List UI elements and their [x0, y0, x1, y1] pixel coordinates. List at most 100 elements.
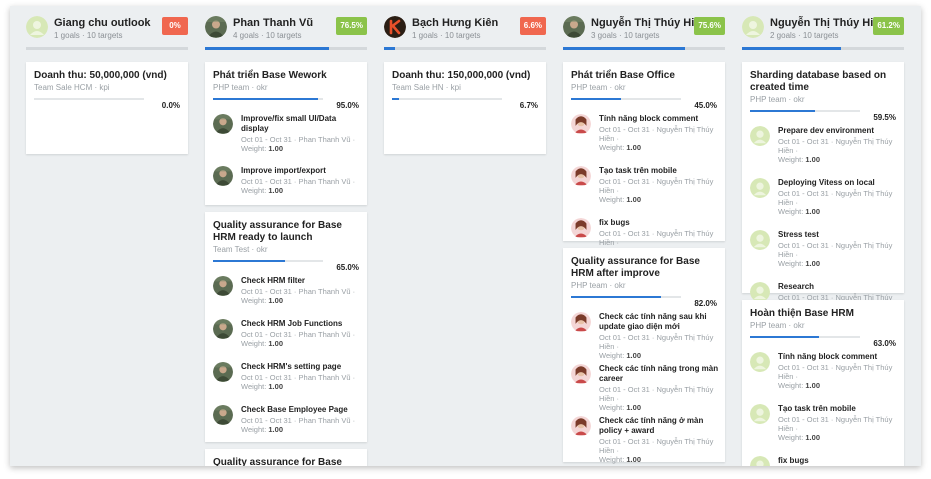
avatar-placeholder-icon — [26, 16, 48, 38]
goal-title[interactable]: Phát triển Base Wework — [213, 70, 361, 82]
owner-name[interactable]: Giang chu outlook — [54, 17, 151, 29]
goal-title[interactable]: Doanh thu: 150,000,000 (vnd) — [392, 70, 540, 82]
column-header[interactable]: Phan Thanh Vũ 4 goals · 10 targets 76.5% — [205, 6, 367, 58]
key-result-weight: Weight: 1.00 — [778, 433, 820, 442]
board-column: Giang chu outlook 1 goals · 10 targets 0… — [26, 6, 188, 466]
key-result-dates: Oct 01 - Oct 31 · Phan Thanh Vũ · — [241, 330, 356, 339]
goal-team: PHP team · okr — [571, 83, 626, 92]
column-header[interactable]: Giang chu outlook 1 goals · 10 targets 0… — [26, 6, 188, 58]
goal-card[interactable]: Doanh thu: 50,000,000 (vnd) Team Sale HCM… — [26, 62, 188, 154]
goal-title[interactable]: Hoàn thiện Base HRM — [750, 308, 898, 320]
goal-card[interactable]: Phát triển Base Wework PHP team · okr 95.0… — [205, 62, 367, 205]
owner-name[interactable]: Nguyễn Thị Thúy Hiền — [591, 17, 707, 29]
key-result-item[interactable]: Improve import/export Oct 01 - Oct 31 · … — [213, 166, 361, 206]
column-header[interactable]: Nguyễn Thị Thúy Hiền 2 goals · 10 target… — [742, 6, 904, 58]
goal-card[interactable]: Quality assurance for Base — [205, 449, 367, 466]
key-result-weight: Weight: 1.00 — [599, 455, 641, 464]
key-result-item[interactable]: Check HRM Job Functions Oct 01 - Oct 31 … — [213, 319, 361, 359]
goal-progress-value: 45.0% — [694, 101, 717, 110]
key-result-title[interactable]: Check HRM filter — [241, 276, 361, 286]
assignee-avatar — [750, 456, 770, 466]
owner-name[interactable]: Phan Thanh Vũ — [233, 17, 313, 29]
key-result-weight: Weight: 1.00 — [599, 351, 641, 360]
key-result-title[interactable]: Tính năng block comment — [599, 114, 719, 124]
progress-badge: 76.5% — [336, 17, 367, 35]
key-result-item[interactable]: Check HRM's setting page Oct 01 - Oct 31… — [213, 362, 361, 402]
key-result-weight: Weight: 1.00 — [778, 207, 820, 216]
goal-team: Team Sale HCM · kpi — [34, 83, 110, 92]
key-result-title[interactable]: Check các tính năng ở màn policy + award — [599, 416, 719, 436]
goal-title[interactable]: Doanh thu: 50,000,000 (vnd) — [34, 70, 182, 82]
goal-card[interactable]: Quality assurance for Base HRM ready to … — [205, 212, 367, 442]
assignee-avatar — [213, 166, 233, 186]
goal-title[interactable]: Phát triển Base Office — [571, 70, 719, 82]
goals-summary: 1 goals · 10 targets — [412, 31, 481, 40]
key-result-title[interactable]: Check HRM Job Functions — [241, 319, 361, 329]
progress-badge: 0% — [162, 17, 188, 35]
key-result-item[interactable]: Prepare dev environment Oct 01 - Oct 31 … — [750, 126, 898, 166]
key-result-item[interactable]: Tính năng block comment Oct 01 - Oct 31 … — [750, 352, 898, 392]
key-result-item[interactable]: Check HRM filter Oct 01 - Oct 31 · Phan … — [213, 276, 361, 316]
goal-title[interactable]: Quality assurance for Base HRM after imp… — [571, 256, 719, 280]
key-result-item[interactable]: Check các tính năng sau khi update giao … — [571, 312, 719, 360]
column-header[interactable]: Bạch Hưng Kiên 1 goals · 10 targets 6.6% — [384, 6, 546, 58]
key-result-title[interactable]: Deploying Vitess on local — [778, 178, 898, 188]
key-result-title[interactable]: fix bugs — [778, 456, 898, 466]
overall-progress-bar — [563, 47, 725, 50]
goal-card[interactable]: Quality assurance for Base HRM after imp… — [563, 248, 725, 464]
key-result-item[interactable]: Check các tính năng ở màn policy + award… — [571, 416, 719, 464]
key-result-weight: Weight: 1.00 — [778, 381, 820, 390]
key-result-title[interactable]: Prepare dev environment — [778, 126, 898, 136]
key-result-title[interactable]: Check HRM's setting page — [241, 362, 361, 372]
goal-progress-bar — [750, 336, 860, 338]
key-result-title[interactable]: Tạo task trên mobile — [599, 166, 719, 176]
owner-name[interactable]: Bạch Hưng Kiên — [412, 17, 498, 29]
goal-card[interactable]: Hoàn thiện Base HRM PHP team · okr 63.0% T… — [742, 300, 904, 466]
key-result-item[interactable]: Stress test Oct 01 - Oct 31 · Nguyễn Thị… — [750, 230, 898, 270]
progress-badge: 6.6% — [519, 17, 546, 35]
key-result-item[interactable]: Check Base Employee Page Oct 01 - Oct 31… — [213, 405, 361, 445]
key-result-title[interactable]: Check các tính năng sau khi update giao … — [599, 312, 719, 332]
goal-team: PHP team · okr — [750, 95, 805, 104]
key-result-item[interactable]: Improve/fix small UI/Data display Oct 01… — [213, 114, 361, 154]
key-result-item[interactable]: Deploying Vitess on local Oct 01 - Oct 3… — [750, 178, 898, 218]
goal-team: PHP team · okr — [750, 321, 805, 330]
column-header[interactable]: Nguyễn Thị Thúy Hiền 3 goals · 10 target… — [563, 6, 725, 58]
progress-badge: 75.6% — [694, 17, 725, 35]
goal-team: Team Sale HN · kpi — [392, 83, 461, 92]
assignee-avatar — [213, 276, 233, 296]
key-result-dates: Oct 01 - Oct 31 · Nguyễn Thị Thúy Hiền · — [778, 415, 893, 433]
key-result-dates: Oct 01 - Oct 31 · Nguyễn Thị Thúy Hiền · — [778, 363, 893, 381]
goal-title[interactable]: Quality assurance for Base — [213, 457, 361, 466]
goals-summary: 3 goals · 10 targets — [591, 31, 660, 40]
key-result-title[interactable]: Improve/fix small UI/Data display — [241, 114, 361, 134]
key-result-title[interactable]: Tính năng block comment — [778, 352, 898, 362]
key-result-title[interactable]: Research — [778, 282, 898, 292]
key-result-title[interactable]: fix bugs — [599, 218, 719, 228]
goal-title[interactable]: Quality assurance for Base HRM ready to … — [213, 220, 361, 244]
goal-card[interactable]: Phát triển Base Office PHP team · okr 45.0… — [563, 62, 725, 256]
key-result-title[interactable]: Check các tính năng trong màn career — [599, 364, 719, 384]
avatar-photo — [563, 16, 585, 38]
key-result-title[interactable]: Tạo task trên mobile — [778, 404, 898, 414]
goal-team: PHP team · okr — [571, 281, 626, 290]
goal-progress-bar — [571, 296, 681, 298]
key-result-title[interactable]: Check Base Employee Page — [241, 405, 361, 415]
key-result-title[interactable]: Stress test — [778, 230, 898, 240]
assignee-avatar — [571, 364, 591, 384]
goal-progress-bar — [571, 98, 681, 100]
owner-name[interactable]: Nguyễn Thị Thúy Hiền — [770, 17, 886, 29]
goal-progress-value: 63.0% — [873, 339, 896, 348]
key-result-item[interactable]: Tạo task trên mobile Oct 01 - Oct 31 · N… — [750, 404, 898, 444]
assignee-avatar — [750, 352, 770, 372]
key-result-item[interactable]: Tạo task trên mobile Oct 01 - Oct 31 · N… — [571, 166, 719, 206]
goal-card[interactable]: Doanh thu: 150,000,000 (vnd) Team Sale HN… — [384, 62, 546, 154]
key-result-item[interactable]: Tính năng block comment Oct 01 - Oct 31 … — [571, 114, 719, 154]
key-result-dates: Oct 01 - Oct 31 · Phan Thanh Vũ · — [241, 287, 356, 296]
key-result-item[interactable]: fix bugs Oct 01 - Oct 31 · Nguyễn Thị Th… — [750, 456, 898, 466]
key-result-dates: Oct 01 - Oct 31 · Nguyễn Thị Thúy Hiền · — [599, 437, 714, 455]
goal-card[interactable]: Sharding database based on created time P… — [742, 62, 904, 320]
key-result-item[interactable]: Check các tính năng trong màn career Oct… — [571, 364, 719, 412]
key-result-title[interactable]: Improve import/export — [241, 166, 361, 176]
goal-title[interactable]: Sharding database based on created time — [750, 70, 898, 94]
